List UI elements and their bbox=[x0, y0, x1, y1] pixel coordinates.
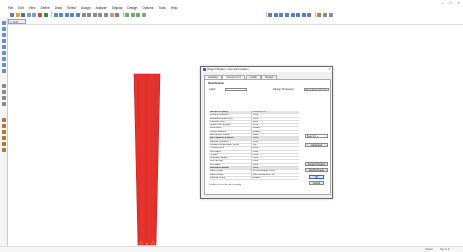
table-row-value[interactable]: Default bbox=[251, 176, 298, 181]
view-xy-icon[interactable] bbox=[87, 12, 92, 17]
menu-draw[interactable]: Draw bbox=[55, 6, 62, 10]
get-previous-selection-icon[interactable] bbox=[1, 90, 6, 94]
save-icon[interactable] bbox=[21, 12, 26, 17]
units-label[interactable]: Kip, ft, F bbox=[440, 248, 450, 251]
status-bar: Global Kip, ft, F bbox=[0, 246, 463, 252]
lock-icon[interactable] bbox=[37, 12, 42, 17]
menu-design[interactable]: Design bbox=[127, 6, 137, 10]
frame-member[interactable] bbox=[133, 73, 161, 246]
identification-heading: Identification bbox=[208, 82, 225, 85]
more-tools-icon[interactable] bbox=[328, 12, 333, 17]
ok-button[interactable]: OK bbox=[309, 175, 324, 179]
coordinate-system-label[interactable]: Global bbox=[425, 248, 433, 251]
table-hint: Double click on the row to modify bbox=[209, 184, 242, 186]
reshape-icon[interactable] bbox=[1, 27, 6, 31]
main-toolbar bbox=[0, 11, 463, 18]
snap-ends-icon[interactable] bbox=[1, 124, 6, 128]
draw-tendon-icon[interactable] bbox=[301, 12, 306, 17]
dialog-app-icon bbox=[202, 68, 206, 71]
menu-tools[interactable]: Tools bbox=[158, 6, 165, 10]
advanced-button[interactable]: Advanced bbox=[305, 143, 328, 147]
zoom-in-icon[interactable] bbox=[53, 12, 58, 17]
show-deformed-icon[interactable] bbox=[136, 12, 141, 17]
redo-icon[interactable] bbox=[32, 12, 37, 17]
snap-options-icon[interactable] bbox=[323, 12, 327, 17]
zoom-fit-icon[interactable] bbox=[70, 12, 75, 17]
modify-display-button[interactable]: Modify Display bbox=[305, 168, 328, 172]
display-options-icon[interactable] bbox=[125, 12, 130, 17]
menu-file[interactable]: File bbox=[8, 6, 13, 10]
assignments-table: Section Property PIPE-6X.375 Property Mo… bbox=[209, 111, 299, 181]
view-yz-icon[interactable] bbox=[98, 12, 103, 17]
dialog-title-bar: Object Model - Line Information × bbox=[201, 67, 332, 72]
menu-define[interactable]: Define bbox=[41, 6, 50, 10]
show-undeformed-icon[interactable] bbox=[130, 12, 135, 17]
rotate-view-icon[interactable] bbox=[104, 12, 108, 17]
draw-solid-icon[interactable] bbox=[290, 12, 295, 17]
zoom-out-icon[interactable] bbox=[59, 12, 64, 17]
dialog-close-icon[interactable]: × bbox=[328, 67, 330, 72]
snap-points-icon[interactable] bbox=[1, 118, 6, 122]
draw-area-icon[interactable] bbox=[273, 12, 278, 17]
quick-draw-frame-icon[interactable] bbox=[1, 45, 6, 49]
undo-icon[interactable] bbox=[26, 12, 31, 17]
label-field[interactable] bbox=[225, 87, 247, 91]
menu-edit[interactable]: Edit bbox=[18, 6, 24, 10]
cancel-button[interactable]: Cancel bbox=[309, 181, 324, 185]
draw-brace-icon[interactable] bbox=[1, 51, 6, 55]
menu-select[interactable]: Select bbox=[67, 6, 76, 10]
clear-selection-icon[interactable] bbox=[1, 96, 6, 100]
perspective-icon[interactable] bbox=[109, 12, 114, 17]
pointer-icon[interactable] bbox=[1, 21, 6, 25]
pan-icon[interactable] bbox=[76, 12, 81, 17]
view-xz-icon[interactable] bbox=[92, 12, 97, 17]
draw-link-icon[interactable] bbox=[284, 12, 289, 17]
draw-cable-icon[interactable] bbox=[296, 12, 301, 17]
dialog-body: Identification Label Design Procedure St… bbox=[204, 79, 331, 195]
intersecting-line-icon[interactable] bbox=[1, 102, 6, 106]
menu-display[interactable]: Display bbox=[112, 6, 122, 10]
draw-poly-area-icon[interactable] bbox=[1, 57, 6, 61]
design-procedure-select[interactable]: Steel Frame Design bbox=[304, 87, 329, 91]
section-property-button[interactable]: Section Property bbox=[305, 162, 328, 166]
left-toolbar bbox=[0, 18, 8, 252]
app-window: – □ × File Edit View Define Draw Select … bbox=[0, 0, 463, 252]
select-all-icon[interactable] bbox=[1, 84, 6, 88]
run-analysis-icon[interactable] bbox=[43, 12, 48, 17]
snap-perpendicular-icon[interactable] bbox=[1, 136, 6, 140]
view-3d-icon[interactable] bbox=[81, 12, 86, 17]
summation-icon[interactable] bbox=[317, 12, 322, 17]
menu-view[interactable]: View bbox=[29, 6, 36, 10]
new-file-icon[interactable] bbox=[10, 12, 14, 17]
snap-fine-grid-icon[interactable] bbox=[1, 148, 6, 152]
dialog-title: Object Model - Line Information bbox=[207, 67, 249, 71]
line-information-dialog: Object Model - Line Information × Locati… bbox=[200, 66, 333, 199]
menu-assign[interactable]: Assign bbox=[81, 6, 91, 10]
menu-options[interactable]: Options bbox=[142, 6, 153, 10]
draw-line-icon[interactable] bbox=[1, 39, 6, 43]
table-row[interactable]: Material Group Default bbox=[209, 176, 299, 181]
draw-frame-icon[interactable] bbox=[268, 12, 273, 17]
open-file-icon[interactable] bbox=[15, 12, 20, 17]
refresh-view-icon[interactable] bbox=[115, 12, 120, 17]
zoom-window-icon[interactable] bbox=[64, 12, 69, 17]
draw-rect-area-icon[interactable] bbox=[1, 63, 6, 67]
draw-joint-icon[interactable] bbox=[1, 33, 6, 37]
dropdown-icon[interactable] bbox=[142, 12, 147, 17]
quick-draw-area-icon[interactable] bbox=[1, 69, 6, 73]
snap-intersections-icon[interactable] bbox=[1, 130, 6, 134]
menu-help[interactable]: Help bbox=[171, 6, 178, 10]
steel-int-dropdown[interactable]: Steel Int. + bbox=[305, 134, 328, 138]
label-field-label: Label bbox=[209, 88, 216, 91]
draw-section-cut-icon[interactable] bbox=[307, 12, 312, 17]
menu-analyze[interactable]: Analyze bbox=[96, 6, 107, 10]
table-row-key: Material Group bbox=[210, 176, 226, 179]
draw-point-icon[interactable] bbox=[279, 12, 284, 17]
design-procedure-label: Design Procedure bbox=[273, 88, 294, 91]
snap-lines-icon[interactable] bbox=[1, 142, 6, 146]
